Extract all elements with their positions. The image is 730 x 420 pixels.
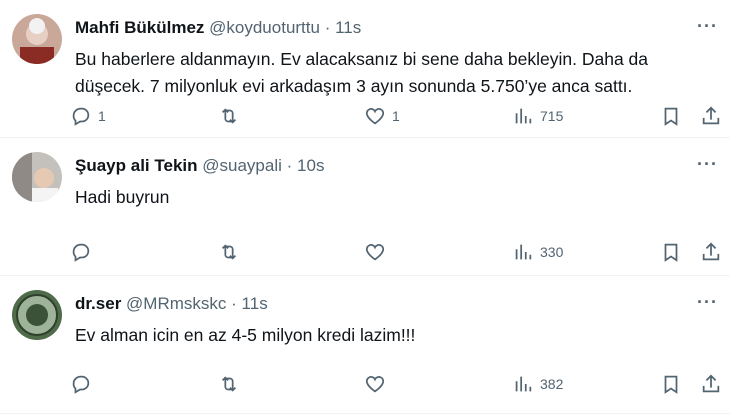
bookmark-icon: [664, 107, 678, 126]
user-handle[interactable]: @MRmskskc: [126, 294, 226, 313]
reply-count: 1: [98, 108, 106, 124]
tweet[interactable]: Mahfi Bükülmez @koyduoturttu · 11s ··· B…: [0, 0, 730, 138]
share-icon: [702, 374, 720, 393]
retweet-button[interactable]: [218, 102, 246, 130]
reply-icon: [72, 107, 90, 126]
views-button[interactable]: 382: [512, 370, 563, 398]
bookmark-icon: [664, 243, 678, 262]
share-button[interactable]: [700, 370, 722, 398]
separator-dot: ·: [231, 294, 237, 313]
timestamp[interactable]: 11s: [335, 18, 361, 37]
display-name[interactable]: dr.ser: [75, 294, 121, 313]
views-button[interactable]: 330: [512, 238, 563, 266]
tweet-header: Mahfi Bükülmez @koyduoturttu · 11s: [75, 18, 361, 38]
like-button[interactable]: 1: [364, 102, 400, 130]
more-options-icon[interactable]: ···: [697, 292, 718, 313]
bookmark-button[interactable]: [660, 370, 682, 398]
more-options-icon[interactable]: ···: [697, 154, 718, 175]
timestamp[interactable]: 10s: [297, 156, 324, 175]
reply-icon: [72, 243, 90, 262]
reply-icon: [72, 375, 90, 394]
share-icon: [702, 106, 720, 125]
share-icon: [702, 242, 720, 261]
like-button[interactable]: [364, 370, 392, 398]
user-handle[interactable]: @koyduoturttu: [209, 18, 320, 37]
tweet-header: Şuayp ali Tekin @suaypali · 10s: [75, 156, 324, 176]
tweet-text: Bu haberlere aldanmayın. Ev alacaksanız …: [75, 49, 649, 96]
view-count: 382: [540, 376, 564, 392]
heart-icon: [365, 244, 385, 261]
view-count: 330: [540, 244, 564, 260]
analytics-icon: [515, 108, 532, 124]
display-name[interactable]: Mahfi Bükülmez: [75, 18, 204, 37]
heart-icon: [365, 108, 385, 125]
tweet[interactable]: Şuayp ali Tekin @suaypali · 10s ··· Hadi…: [0, 138, 730, 276]
reply-button[interactable]: 1: [70, 102, 106, 130]
action-bar: 330: [70, 238, 720, 266]
tweet-text: Ev alman icin en az 4-5 milyon kredi laz…: [75, 325, 416, 345]
action-bar: 382: [70, 370, 720, 398]
heart-icon: [365, 376, 385, 393]
display-name[interactable]: Şuayp ali Tekin: [75, 156, 198, 175]
retweet-icon: [221, 376, 237, 392]
timestamp[interactable]: 11s: [242, 294, 268, 313]
retweet-button[interactable]: [218, 238, 246, 266]
bookmark-button[interactable]: [660, 238, 682, 266]
retweet-icon: [221, 108, 237, 124]
like-button[interactable]: [364, 238, 392, 266]
like-count: 1: [392, 108, 400, 124]
more-options-icon[interactable]: ···: [697, 16, 718, 37]
reply-button[interactable]: [70, 370, 98, 398]
tweet[interactable]: dr.ser @MRmskskc · 11s ··· Ev alman icin…: [0, 276, 730, 414]
reply-button[interactable]: [70, 238, 98, 266]
tweet-text: Hadi buyrun: [75, 187, 170, 207]
share-button[interactable]: [700, 102, 722, 130]
separator-dot: ·: [324, 18, 331, 37]
views-button[interactable]: 715: [512, 102, 563, 130]
retweet-icon: [221, 244, 237, 260]
tweet-header: dr.ser @MRmskskc · 11s: [75, 294, 268, 314]
analytics-icon: [515, 244, 532, 260]
analytics-icon: [515, 376, 532, 392]
bookmark-icon: [664, 375, 678, 394]
retweet-button[interactable]: [218, 370, 246, 398]
avatar[interactable]: [12, 290, 62, 340]
share-button[interactable]: [700, 238, 722, 266]
view-count: 715: [540, 108, 564, 124]
avatar[interactable]: [12, 14, 62, 64]
avatar[interactable]: [12, 152, 62, 202]
user-handle[interactable]: @suaypali: [202, 156, 282, 175]
action-bar: 1 1 715: [70, 102, 720, 130]
separator-dot: ·: [286, 156, 293, 175]
bookmark-button[interactable]: [660, 102, 682, 130]
